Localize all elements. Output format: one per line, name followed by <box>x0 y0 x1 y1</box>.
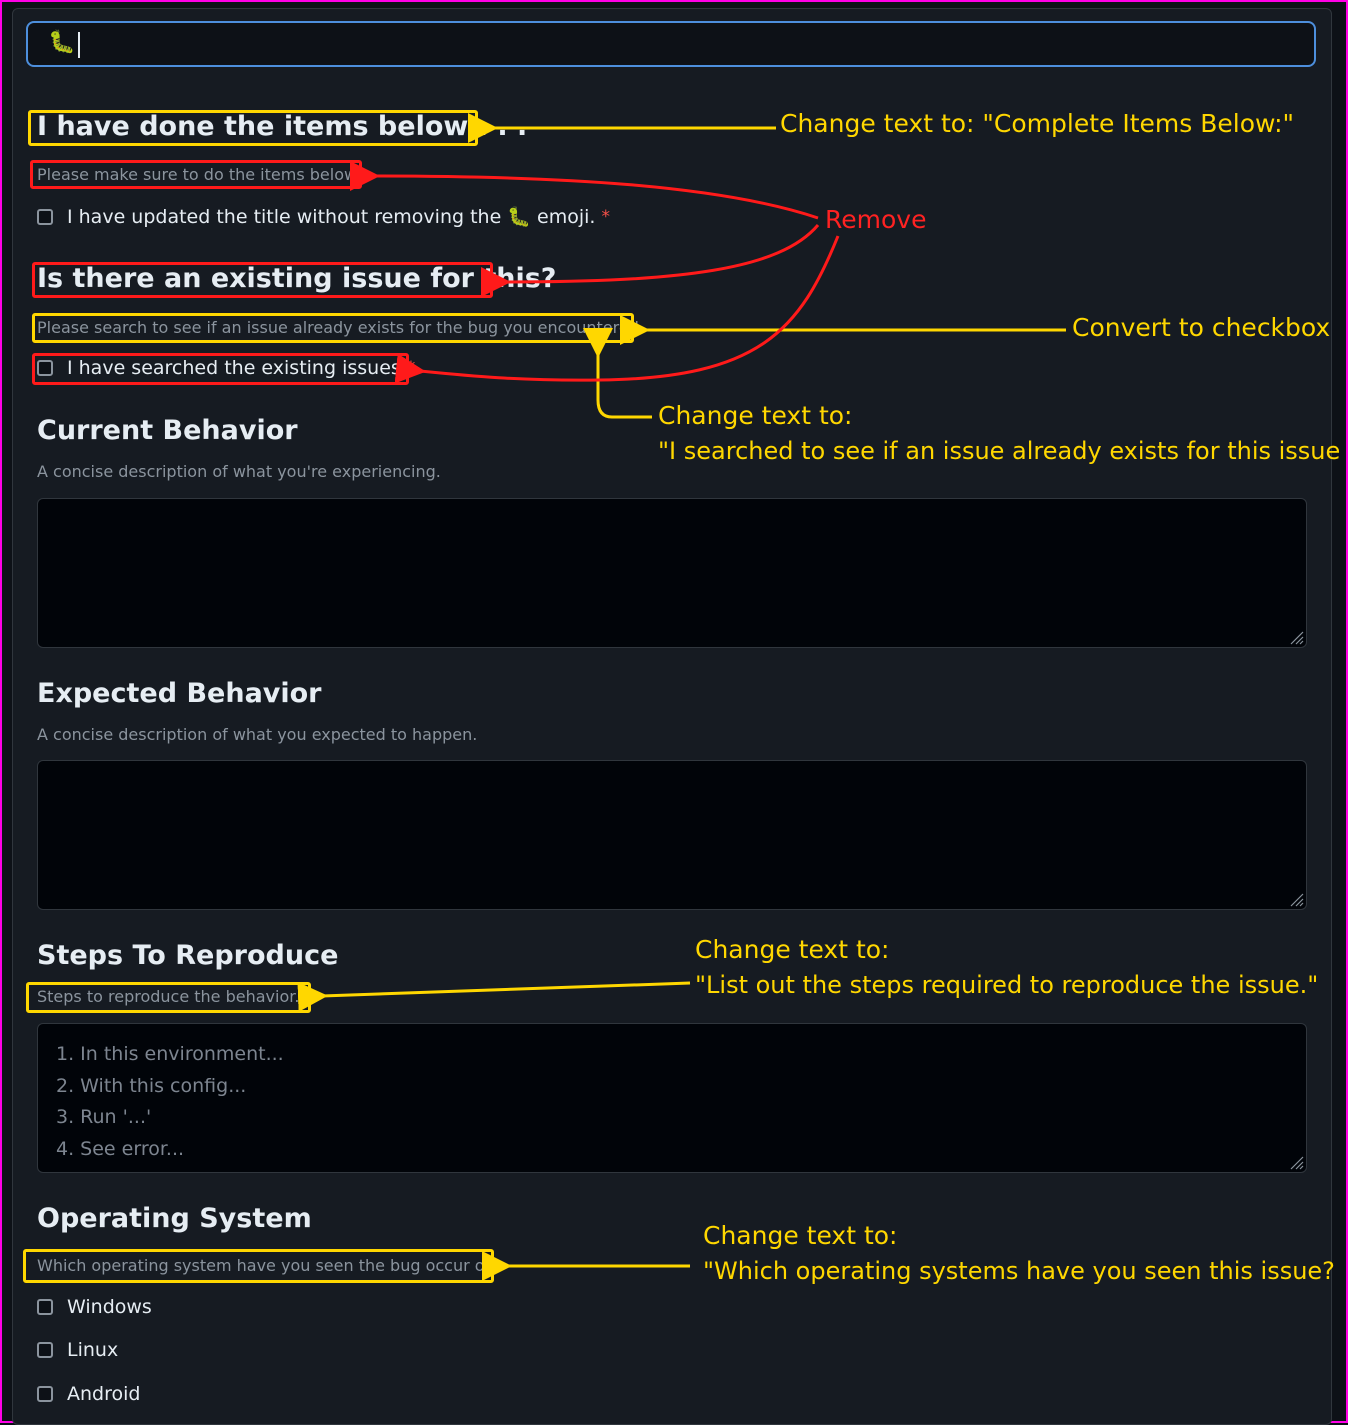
highlight-box-search-description <box>32 313 634 343</box>
placeholder-line: 3. Run '...' <box>56 1106 152 1128</box>
heading-steps: Steps To Reproduce <box>37 940 339 971</box>
issue-title-input[interactable]: 🐛 <box>26 21 1316 67</box>
annotation-change-os-1: Change text to: <box>703 1221 898 1250</box>
resize-grip-icon[interactable] <box>1286 627 1304 645</box>
checkbox-android[interactable] <box>37 1386 53 1402</box>
checkbox-title-emoji[interactable] <box>37 208 53 225</box>
description-expected-behavior: A concise description of what you expect… <box>37 725 478 744</box>
checkbox-row-title-emoji[interactable]: I have updated the title without removin… <box>37 205 610 228</box>
steps-textarea[interactable]: 1. In this environment... 2. With this c… <box>37 1023 1307 1173</box>
annotation-convert-checkbox: Convert to checkbox <box>1072 313 1331 342</box>
bug-emoji: 🐛 <box>48 30 76 55</box>
checkbox-label-title-emoji: I have updated the title without removin… <box>67 206 596 228</box>
required-asterisk: * <box>601 206 610 227</box>
placeholder-line: 2. With this config... <box>56 1074 247 1097</box>
checkbox-label-android: Android <box>67 1383 141 1405</box>
highlight-box-remove-checkbox <box>32 353 409 385</box>
placeholder-line: 1. In this environment... <box>56 1043 284 1065</box>
heading-os: Operating System <box>37 1203 312 1234</box>
highlight-box-heading-done <box>28 110 478 146</box>
expected-behavior-textarea[interactable] <box>37 760 1307 910</box>
highlight-box-steps-description <box>26 982 311 1013</box>
heading-current-behavior: Current Behavior <box>37 415 298 446</box>
checkbox-row-android[interactable]: Android <box>37 1383 140 1405</box>
checkbox-label-windows: Windows <box>67 1296 152 1318</box>
annotation-change-search-2: "I searched to see if an issue already e… <box>658 437 1341 465</box>
annotation-change-heading: Change text to: "Complete Items Below:" <box>780 109 1295 138</box>
resize-grip-icon[interactable] <box>1286 1152 1304 1170</box>
checkbox-row-windows[interactable]: Windows <box>37 1296 152 1318</box>
checkbox-label-linux: Linux <box>67 1339 119 1361</box>
highlight-box-remove-heading <box>32 262 493 298</box>
steps-placeholder: 1. In this environment... 2. With this c… <box>56 1039 284 1165</box>
annotation-change-steps-2: "List out the steps required to reproduc… <box>695 971 1319 999</box>
annotation-change-os-2: "Which operating systems have you seen t… <box>703 1257 1335 1285</box>
checkbox-row-linux[interactable]: Linux <box>37 1339 118 1361</box>
annotation-change-search-1: Change text to: <box>658 401 853 430</box>
current-behavior-textarea[interactable] <box>37 498 1307 648</box>
checkbox-windows[interactable] <box>37 1299 53 1315</box>
annotation-remove: Remove <box>825 205 927 234</box>
highlight-box-remove-description <box>30 160 362 189</box>
resize-grip-icon[interactable] <box>1286 889 1304 907</box>
annotation-change-steps-1: Change text to: <box>695 935 890 964</box>
highlight-box-os-description <box>23 1249 494 1283</box>
heading-expected-behavior: Expected Behavior <box>37 678 322 709</box>
checkbox-linux[interactable] <box>37 1342 53 1358</box>
text-caret <box>78 32 80 58</box>
placeholder-line: 4. See error... <box>56 1137 185 1160</box>
description-current-behavior: A concise description of what you're exp… <box>37 462 441 481</box>
